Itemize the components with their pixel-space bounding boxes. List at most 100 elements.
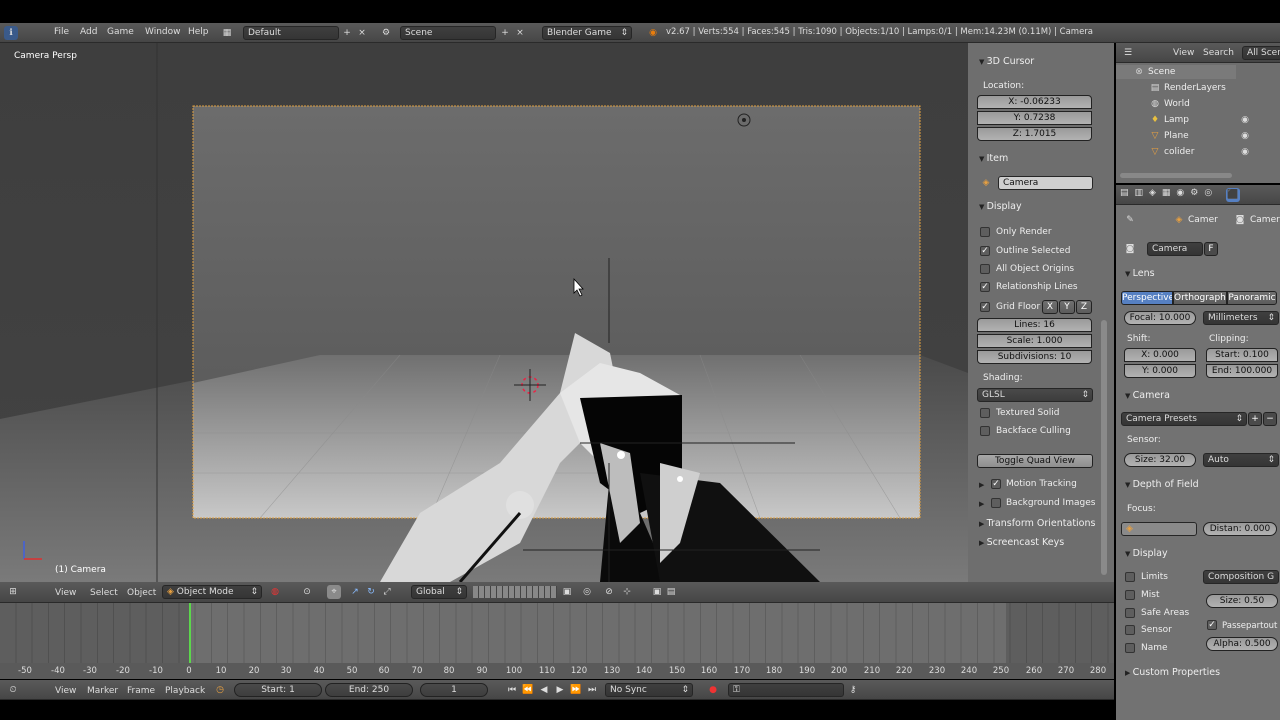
lens-panel-header[interactable]: Lens xyxy=(1125,268,1155,279)
viewport-shading-icon[interactable]: ◍ xyxy=(268,585,282,599)
proportional-edit-icon[interactable]: ⊘ xyxy=(602,585,616,599)
relationship-lines-checkbox[interactable]: ✓ xyxy=(980,282,990,292)
grid-floor-checkbox[interactable]: ✓ xyxy=(980,302,990,312)
manipulator-icon[interactable]: ⌖ xyxy=(327,585,341,599)
menu-window[interactable]: Window xyxy=(145,27,181,37)
grid-lines-field[interactable]: Lines: 16 xyxy=(977,318,1092,332)
item-panel-header[interactable]: Item xyxy=(979,153,1009,164)
menu-game[interactable]: Game xyxy=(107,27,134,37)
menu-file[interactable]: File xyxy=(54,27,69,37)
textured-solid-checkbox[interactable] xyxy=(980,408,990,418)
screen-layout-field[interactable]: Default xyxy=(243,26,339,40)
rotate-icon[interactable]: ↻ xyxy=(364,585,378,599)
clip-end-field[interactable]: End: 100.000 xyxy=(1206,364,1278,378)
interaction-mode-select[interactable]: ◈ Object Mode ⇕ xyxy=(162,585,262,599)
outliner-item-lamp[interactable]: Lamp xyxy=(1164,115,1189,125)
timeline-marker-menu[interactable]: Marker xyxy=(87,686,118,696)
pin-icon[interactable]: ✎ xyxy=(1123,213,1137,227)
menu-help[interactable]: Help xyxy=(188,27,209,37)
jump-end-icon[interactable]: ⏭ xyxy=(585,683,599,697)
add-scene-icon[interactable]: + xyxy=(498,26,512,40)
outliner-editor-icon[interactable]: ☰ xyxy=(1121,46,1135,60)
safe-areas-checkbox[interactable] xyxy=(1125,608,1135,618)
outline-selected-checkbox[interactable]: ✓ xyxy=(980,246,990,256)
display-panel-header[interactable]: Display xyxy=(979,201,1022,212)
dof-panel-header[interactable]: Depth of Field xyxy=(1125,479,1199,490)
render-engine-select[interactable]: Blender Game ⇕ xyxy=(542,26,632,40)
keying-set-field[interactable]: ⚿ xyxy=(728,683,844,697)
background-images-header[interactable] xyxy=(979,498,984,509)
timeline-playback-menu[interactable]: Playback xyxy=(165,686,205,696)
axis-x-toggle[interactable]: X xyxy=(1042,300,1058,314)
lens-tab-perspective[interactable]: Perspective xyxy=(1121,291,1173,305)
background-images-checkbox[interactable] xyxy=(991,498,1001,508)
limits-checkbox[interactable] xyxy=(1125,572,1135,582)
shading-select[interactable]: GLSL ⇕ xyxy=(977,388,1093,402)
cursor-z-field[interactable]: Z: 1.7015 xyxy=(977,127,1092,141)
camera-data-tab-icon[interactable]: ⬛ xyxy=(1226,188,1240,202)
remove-preset-button[interactable]: − xyxy=(1263,412,1277,426)
remove-screen-icon[interactable]: × xyxy=(355,26,369,40)
scale-icon[interactable]: ⤢ xyxy=(380,585,394,599)
fake-user-button[interactable]: F xyxy=(1204,242,1218,256)
passepartout-alpha-field[interactable]: Alpha: 0.500 xyxy=(1206,637,1278,651)
next-keyframe-icon[interactable]: ⏩ xyxy=(569,683,583,697)
outliner-item-world[interactable]: World xyxy=(1164,99,1190,109)
screencast-keys-header[interactable]: Screencast Keys xyxy=(979,537,1065,548)
play-reverse-icon[interactable]: ◀ xyxy=(537,683,551,697)
focus-distance-field[interactable]: Distan: 0.000 xyxy=(1203,522,1277,536)
opengl-render-icon[interactable]: ▣ xyxy=(650,585,664,599)
view3d-object-menu[interactable]: Object xyxy=(127,588,156,598)
focal-length-field[interactable]: Focal: 10.000 xyxy=(1124,311,1196,325)
timeline-editor-icon[interactable]: ⏲ xyxy=(6,683,20,697)
motion-tracking-checkbox[interactable]: ✓ xyxy=(991,479,1001,489)
toggle-quad-view-button[interactable]: Toggle Quad View xyxy=(977,454,1093,468)
camera-panel-header[interactable]: Camera xyxy=(1125,390,1170,401)
focus-object-field[interactable]: ◈ xyxy=(1121,522,1197,536)
frame-start-field[interactable]: Start: 1 xyxy=(234,683,322,697)
outliner-item-scene[interactable]: Scene xyxy=(1148,67,1175,77)
lens-tab-panoramic[interactable]: Panoramic xyxy=(1227,291,1277,305)
scene-field[interactable]: Scene xyxy=(400,26,496,40)
viewport-3d[interactable]: Camera Persp (1) Camera xyxy=(0,43,968,582)
frame-end-field[interactable]: End: 250 xyxy=(325,683,413,697)
backface-culling-checkbox[interactable] xyxy=(980,426,990,436)
play-icon[interactable]: ▶ xyxy=(553,683,567,697)
visibility-eye-icon[interactable]: ◉ xyxy=(1238,113,1252,127)
editor-type-icon[interactable]: ℹ xyxy=(4,26,18,40)
outliner-search-menu[interactable]: Search xyxy=(1203,48,1234,58)
visibility-eye-icon[interactable]: ◉ xyxy=(1238,145,1252,159)
only-render-checkbox[interactable] xyxy=(980,227,990,237)
axis-z-toggle[interactable]: Z xyxy=(1076,300,1092,314)
opengl-anim-icon[interactable]: ▤ xyxy=(664,585,678,599)
outliner-scrollbar[interactable] xyxy=(1120,173,1232,178)
lens-unit-select[interactable]: Millimeters ⇕ xyxy=(1203,311,1279,325)
view3d-editor-icon[interactable]: ⊞ xyxy=(6,585,20,599)
menu-add[interactable]: Add xyxy=(80,27,97,37)
shift-x-field[interactable]: X: 0.000 xyxy=(1124,348,1196,362)
view3d-select-menu[interactable]: Select xyxy=(90,588,118,598)
outliner-item-plane[interactable]: Plane xyxy=(1164,131,1189,141)
screen-layout-icon[interactable]: ▦ xyxy=(220,26,234,40)
cursor-y-field[interactable]: Y: 0.7238 xyxy=(977,111,1092,125)
translate-icon[interactable]: ↗ xyxy=(348,585,362,599)
add-screen-icon[interactable]: + xyxy=(340,26,354,40)
grid-subdivisions-field[interactable]: Subdivisions: 10 xyxy=(977,350,1092,364)
outliner-display-mode[interactable]: All Scen xyxy=(1242,46,1280,60)
visibility-eye-icon[interactable]: ◉ xyxy=(1238,129,1252,143)
mist-checkbox[interactable] xyxy=(1125,590,1135,600)
preview-range-icon[interactable]: ◷ xyxy=(213,683,227,697)
lock-layers-icon[interactable]: ▣ xyxy=(560,585,574,599)
timeline-frame-menu[interactable]: Frame xyxy=(127,686,155,696)
clip-start-field[interactable]: Start: 0.100 xyxy=(1206,348,1278,362)
prev-keyframe-icon[interactable]: ⏪ xyxy=(521,683,535,697)
shift-y-field[interactable]: Y: 0.000 xyxy=(1124,364,1196,378)
sensor-checkbox[interactable] xyxy=(1125,625,1135,635)
outliner-item-renderlayers[interactable]: RenderLayers xyxy=(1164,83,1226,93)
passepartout-checkbox[interactable]: ✓ xyxy=(1207,620,1217,630)
panel-scrollbar[interactable] xyxy=(1101,320,1107,575)
sync-mode-select[interactable]: No Sync ⇕ xyxy=(605,683,693,697)
cursor-x-field[interactable]: X: -0.06233 xyxy=(977,95,1092,109)
camera-presets-select[interactable]: Camera Presets ⇕ xyxy=(1121,412,1247,426)
layer-buttons[interactable] xyxy=(473,586,557,598)
